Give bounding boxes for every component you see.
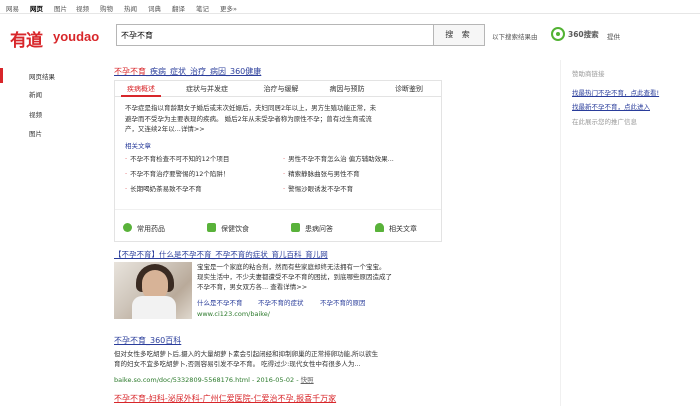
topnav-video[interactable]: 视频 — [76, 3, 89, 13]
sidebar-divider — [560, 60, 561, 406]
result-1-description: 不孕症是指以育龄期女子婚后或末次妊娠后，夫妇同居2年以上，男方生殖功能正常，未 … — [125, 103, 435, 135]
result-3-url: baike.so.com/doc/5332809-5568176.html - … — [114, 376, 314, 384]
topnav-more[interactable]: 更多» — [220, 3, 237, 13]
result-3-snippet: 但对女性多吃胡萝卜后,摄入的大量胡萝卜素会引起闭经和抑制卵巢的正常排卵功能,所以… — [114, 350, 379, 358]
related-link[interactable]: · 长期喝奶茶易致不孕不育 — [125, 183, 202, 193]
topnav-netease[interactable]: 网易 — [6, 3, 19, 13]
pill-icon — [123, 223, 132, 232]
left-nav-images[interactable]: 图片 — [29, 128, 42, 138]
chat-icon — [291, 223, 300, 232]
diet-link[interactable]: 保健饮食 — [207, 223, 249, 234]
search-box — [116, 24, 434, 46]
360-icon — [551, 27, 565, 41]
active-indicator — [0, 68, 3, 83]
logo-chinese: 有道 — [10, 31, 43, 51]
search-button[interactable]: 搜 索 — [434, 24, 485, 46]
tab-diagnosis[interactable]: 诊断鉴别 — [383, 81, 435, 97]
title-rest: _疾病_症状_治疗_病因_360健康 — [146, 67, 262, 76]
result-2-thumbnail[interactable] — [114, 262, 192, 319]
topnav-news[interactable]: 热闻 — [124, 3, 137, 13]
result-4-title[interactable]: 不孕不育-妇科-泌尿外科-广州仁爱医院-仁爱治不孕,报喜千万家 — [114, 393, 336, 404]
related-link[interactable]: · 警惕沙眼诱发不孕不育 — [283, 183, 353, 193]
provider-name: 360搜索 — [568, 30, 599, 39]
result-3-snippet: 育的妇女不宜多吃胡萝卜,否则容易引发不孕不育。 吃得过少:现代女性中有很多人为.… — [114, 360, 361, 368]
result-2-snippet: 现实生活中，不少夫妻都遭受不孕不育的困扰，到底哪些原因造成了 — [197, 273, 392, 281]
result-2-url: www.ci123.com/baike/ — [197, 310, 270, 318]
tab-overview[interactable]: 疾病概述 — [121, 81, 161, 97]
logo-english: youdao — [53, 29, 100, 44]
tab-symptoms[interactable]: 症状与并发症 — [167, 81, 247, 97]
desc-line: 不孕症是指以育龄期女子婚后或末次妊娠后，夫妇同居2年以上，男方生殖功能正常，未 — [125, 104, 377, 112]
tab-cause[interactable]: 病因与预防 — [317, 81, 377, 97]
result-2-sublink[interactable]: 不孕不育的症状 — [258, 297, 304, 307]
topnav-translate[interactable]: 翻译 — [172, 3, 185, 13]
result-2-snippet: 宝宝是一个家庭的粘合剂，然而有些家庭却终无法拥有一个宝宝。 — [197, 263, 386, 271]
left-nav-news[interactable]: 新闻 — [29, 89, 42, 99]
qa-link[interactable]: 患病问答 — [291, 223, 333, 234]
result-3-title[interactable]: 不孕不育_360百科 — [114, 335, 181, 346]
provider-suffix: 提供 — [607, 33, 620, 41]
topnav-web[interactable]: 网页 — [30, 3, 43, 13]
topnav-notes[interactable]: 笔记 — [196, 3, 209, 13]
topnav-images[interactable]: 图片 — [54, 3, 67, 13]
result-1-tabs: 疾病概述 症状与并发症 治疗与缓解 病因与预防 诊断鉴别 — [115, 81, 441, 97]
result-2-sublink[interactable]: 什么是不孕不育 — [197, 297, 243, 307]
sponsor-link[interactable]: 找最新不孕不育，点此进入 — [572, 101, 650, 111]
topnav-dict[interactable]: 词典 — [148, 3, 161, 13]
result-1-title[interactable]: 不孕不育_疾病_症状_治疗_病因_360健康 — [114, 66, 261, 77]
topnav-shopping[interactable]: 购物 — [100, 3, 113, 13]
related-link[interactable]: · 不孕不育检查不可不知的12个项目 — [125, 153, 229, 163]
sponsor-heading: 赞助商链接 — [572, 70, 605, 78]
drugs-link[interactable]: 常用药品 — [123, 223, 165, 234]
left-nav-video[interactable]: 视频 — [29, 109, 42, 119]
person-icon — [375, 223, 384, 232]
result-2-snippet: 不孕不育，男女双方各... 查看详情>> — [197, 283, 308, 291]
related-link[interactable]: · 男性不孕不育怎么治 偏方辅助效果... — [283, 153, 394, 163]
sponsor-link[interactable]: 找最热门不孕不育，点此查看! — [572, 87, 659, 97]
bowl-icon — [207, 223, 216, 232]
related-link[interactable]: · 不孕不育治疗要警惕的12个陷阱！ — [125, 168, 229, 178]
sponsor-promo[interactable]: 在此展示您的推广信息 — [572, 116, 637, 126]
desc-line: 避孕而不受孕为主要表现的疾病。 婚后2年从未受孕者称为原性不孕；曾有过生育或流 — [125, 114, 372, 123]
related-articles-label[interactable]: 相关文章 — [125, 140, 151, 150]
desc-line[interactable]: 产，又连续2年以...详情>> — [125, 124, 435, 135]
tab-treatment[interactable]: 治疗与缓解 — [251, 81, 311, 97]
left-nav-web[interactable]: 网页结果 — [29, 71, 55, 81]
result-1-icon-row: 常用药品 保健饮食 患病问答 相关文章 — [115, 209, 441, 241]
result-2-sublink[interactable]: 不孕不育的原因 — [320, 297, 366, 307]
search-input[interactable] — [117, 25, 433, 45]
result-2-title[interactable]: 【不孕不育】什么是不孕不育_不孕不育的症状_育儿百科_育儿网 — [114, 249, 328, 260]
articles-link[interactable]: 相关文章 — [375, 223, 417, 234]
related-link[interactable]: · 精索静脉曲张与男性不育 — [283, 168, 360, 178]
result-1-card: 疾病概述 症状与并发症 治疗与缓解 病因与预防 诊断鉴别 不孕症是指以育龄期女子… — [114, 80, 442, 242]
provider-text: 以下搜索结果由 — [492, 33, 538, 41]
cache-link[interactable]: 快照 — [301, 376, 314, 384]
top-navigation: 网易 网页 图片 视频 购物 热闻 词典 翻译 笔记 更多» — [0, 0, 700, 14]
title-highlight: 不孕不育 — [114, 67, 146, 76]
